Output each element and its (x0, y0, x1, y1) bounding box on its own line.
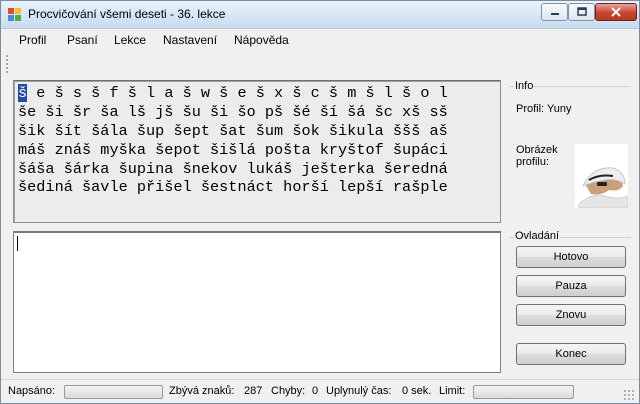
menu-lekce[interactable]: Lekce (114, 33, 146, 47)
menu-napoveda[interactable]: Nápověda (234, 33, 289, 47)
elapsed-value: 0 sek. (402, 385, 432, 397)
menu-nastaveni[interactable]: Nastavení (163, 33, 217, 47)
typing-input[interactable] (13, 231, 501, 373)
avatar-image (575, 144, 628, 208)
practice-line: še ši šr ša lš jš šu ši šo pš šé ší šá š… (18, 103, 448, 121)
text-caret (17, 236, 18, 251)
main-window: Procvičování všemi deseti - 36. lekce Pr… (0, 0, 640, 404)
practice-line-text: e š s š f š l a š w š e š x š c š m š l … (27, 84, 448, 102)
practice-line: šediná šavle přišel šestnáct horší lepší… (18, 178, 448, 196)
typed-progress-bar (64, 385, 163, 399)
controls-group-label: Ovladání (514, 230, 561, 242)
menu-psani[interactable]: Psaní (67, 33, 98, 47)
remaining-value: 287 (244, 385, 263, 397)
menu-bar: Profil Psaní Lekce Nastavení Nápověda (1, 29, 639, 51)
menu-profil[interactable]: Profil (19, 33, 46, 47)
practice-text-panel: š e š s š f š l a š w š e š x š c š m š … (13, 80, 501, 223)
practice-line: šáša šárka šupina šnekov lukáš ješterka … (18, 160, 448, 178)
pause-button[interactable]: Pauza (516, 275, 626, 297)
avatar-label-2: profilu: (516, 156, 550, 168)
info-group-label: Info (514, 80, 535, 92)
title-bar[interactable]: Procvičování všemi deseti - 36. lekce (1, 1, 639, 29)
status-bar: Napsáno: Zbývá znaků: 287 Chyby: 0 Uplyn… (1, 379, 639, 403)
end-button[interactable]: Konec (516, 343, 626, 365)
practice-line: šik šít šála šup šept šat šum šok šikula… (18, 122, 448, 140)
practice-line: š e š s š f š l a š w š e š x š c š m š … (18, 84, 448, 102)
close-button[interactable] (595, 3, 637, 21)
profile-text: Profil: Yuny (516, 103, 572, 115)
limit-label: Limit: (439, 385, 466, 397)
avatar-label-1: Obrázek (516, 144, 558, 156)
again-button[interactable]: Znovu (516, 304, 626, 326)
window-title: Procvičování všemi deseti - 36. lekce (28, 7, 226, 21)
app-icon (8, 8, 21, 21)
typed-label: Napsáno: (8, 385, 56, 397)
close-icon (611, 7, 621, 17)
current-char: š (18, 84, 28, 102)
practice-line: máš znáš myška šepot šišlá pošta kryštof… (18, 141, 448, 159)
maximize-button[interactable] (568, 3, 595, 21)
elapsed-label: Uplynulý čas: (326, 385, 392, 397)
limit-progress-bar (473, 385, 574, 399)
errors-label: Chyby: (271, 385, 306, 397)
errors-value: 0 (312, 385, 319, 397)
avatar (575, 144, 628, 208)
minimize-button[interactable] (541, 3, 568, 21)
maximize-icon (576, 7, 587, 16)
done-button[interactable]: Hotovo (516, 246, 626, 268)
resize-grip[interactable] (623, 389, 635, 401)
toolstrip-grip[interactable] (5, 54, 9, 74)
minimize-icon (550, 13, 559, 15)
remaining-label: Zbývá znaků: (169, 385, 235, 397)
